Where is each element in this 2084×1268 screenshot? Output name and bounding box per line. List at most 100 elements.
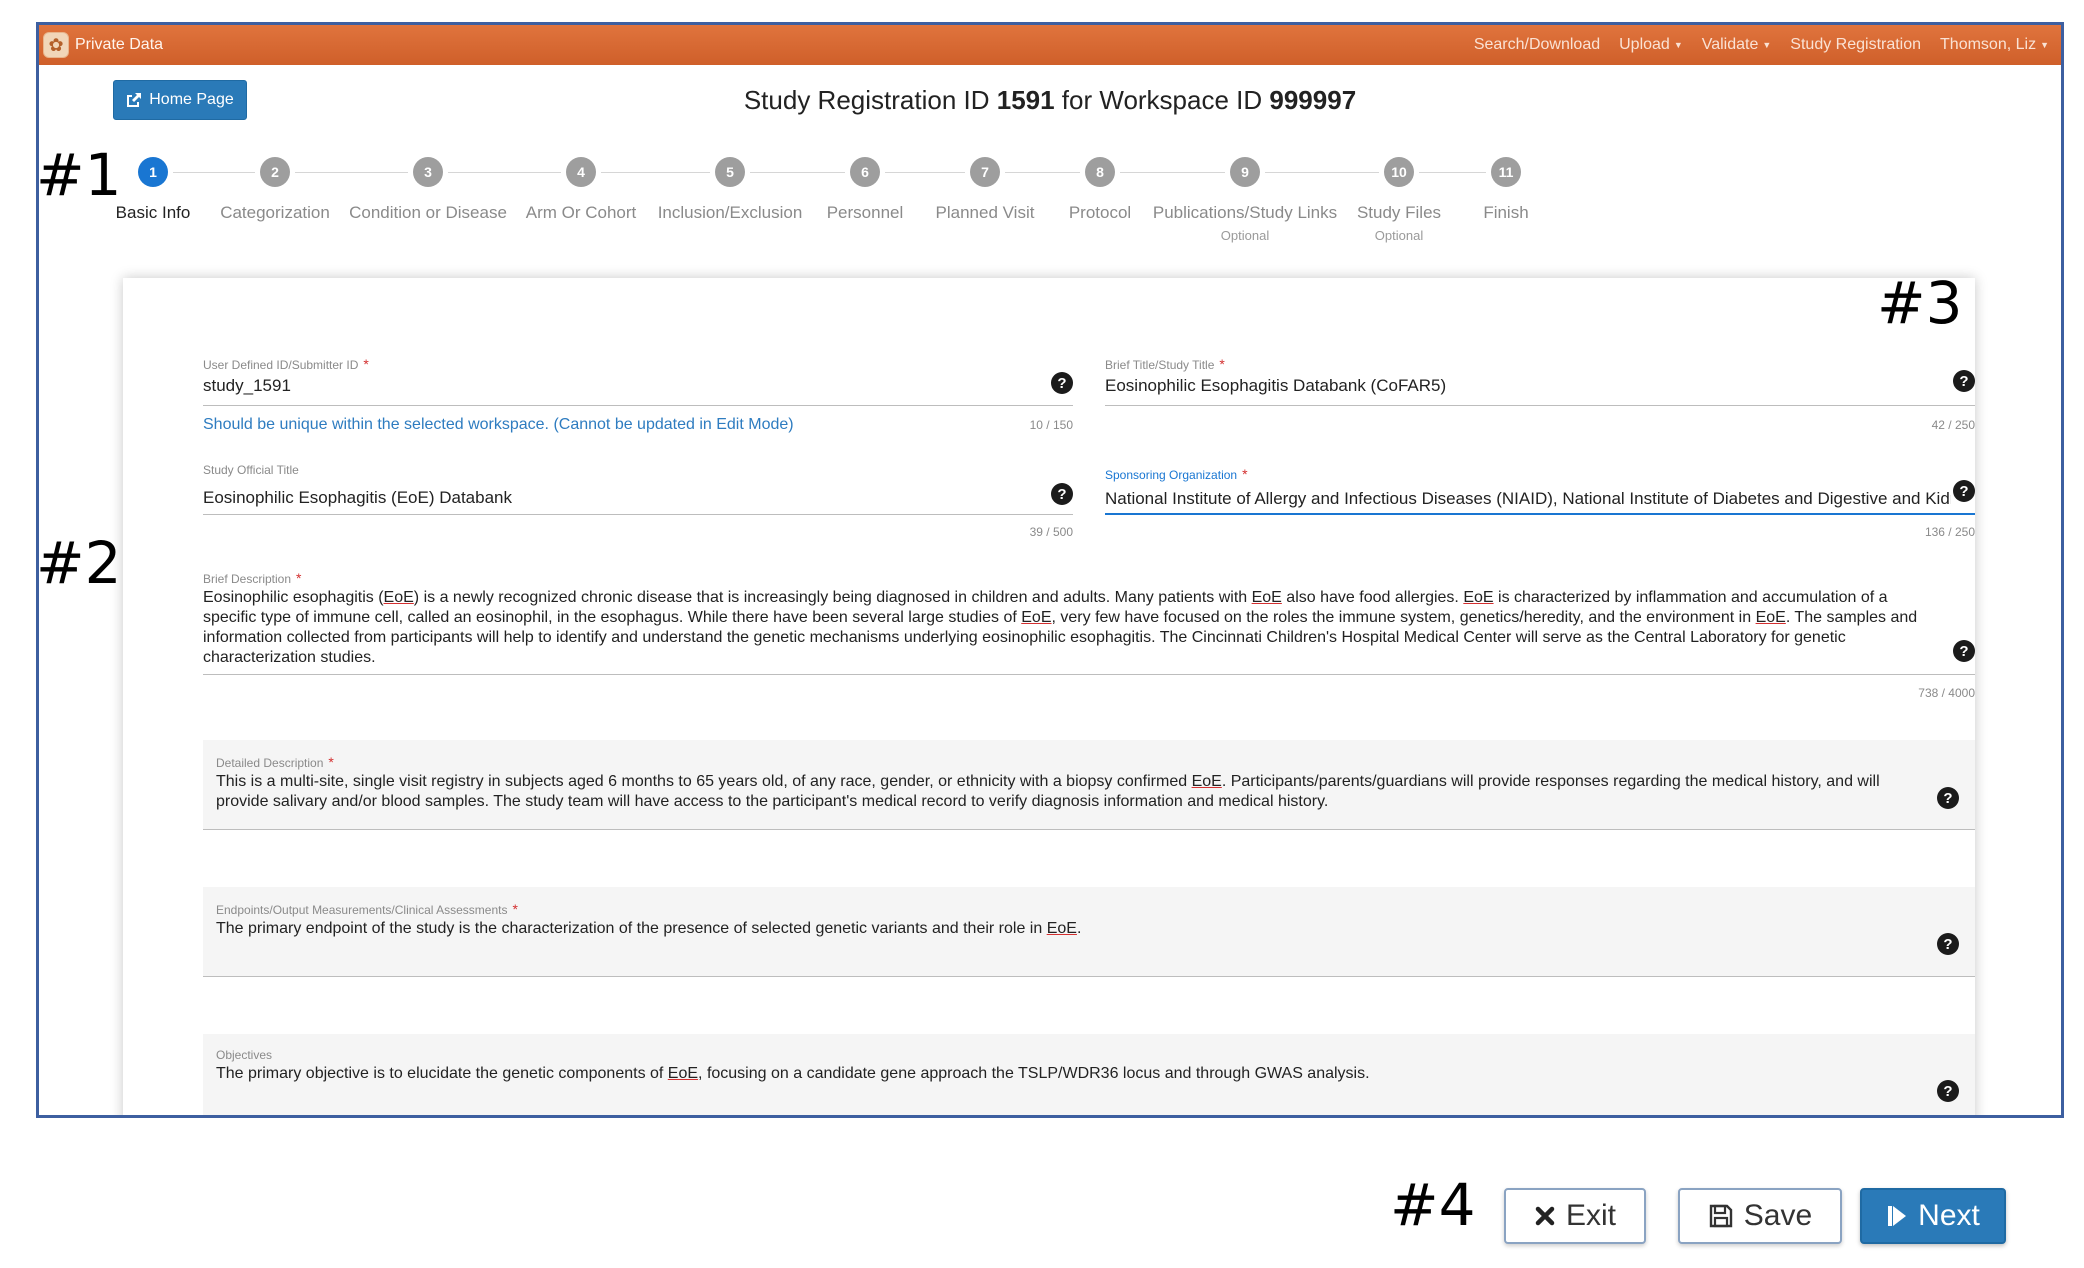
nav-item-label: Validate (1701, 36, 1759, 53)
nav-study-registration[interactable]: Study Registration (1790, 36, 1921, 54)
text-run: , very few have focused on the roles the… (1051, 609, 1756, 626)
input-underline (203, 976, 1975, 977)
text-run: , focusing on a candidate gene approach … (698, 1065, 1370, 1082)
spellcheck-word: EoE (667, 1065, 699, 1082)
annotation-2: #2 (36, 529, 122, 597)
help-icon[interactable]: ? (1953, 640, 1975, 662)
required-asterisk: * (328, 754, 334, 770)
logo-icon: ✿ (43, 32, 69, 58)
close-icon (1535, 1206, 1555, 1226)
label-text: User Defined ID/Submitter ID (203, 358, 359, 372)
nav-search-download[interactable]: Search/Download (1474, 36, 1600, 54)
save-label: Save (1743, 1199, 1813, 1232)
basic-info-form: User Defined ID/Submitter ID * study_1591… (123, 278, 1975, 1115)
brief-description-textarea[interactable]: Eosinophilic esophagitis (EoE) is a newl… (203, 588, 1943, 668)
field-label: Study Official Title (203, 463, 1073, 477)
char-counter: 738 / 4000 (1918, 686, 1975, 700)
exit-button[interactable]: Exit (1504, 1188, 1646, 1244)
endpoints-textarea[interactable]: The primary endpoint of the study is the… (216, 919, 1928, 939)
nav-item-label: Study Registration (1790, 36, 1922, 53)
objectives-field: Objectives The primary objective is to e… (203, 1034, 1975, 1115)
help-icon[interactable]: ? (1953, 480, 1975, 502)
detailed-description-textarea[interactable]: This is a multi-site, single visit regis… (216, 772, 1928, 812)
step-number-badge: 2 (260, 157, 290, 187)
title-prefix: Study Registration ID (743, 85, 997, 115)
char-counter: 136 / 250 (1924, 525, 1975, 539)
spellcheck-word: EoE (1755, 609, 1786, 626)
step-number-badge: 5 (715, 157, 745, 187)
study-id: 1591 (996, 85, 1055, 115)
app-window: ✿ Private Data Search/Download Upload ▼ V… (36, 22, 2064, 1118)
brand[interactable]: ✿ Private Data (39, 32, 163, 58)
top-navbar: ✿ Private Data Search/Download Upload ▼ V… (39, 25, 2061, 65)
help-icon[interactable]: ? (1937, 1080, 1959, 1102)
exit-label: Exit (1565, 1199, 1616, 1232)
label-text: Brief Description (203, 572, 292, 586)
field-hint: Should be unique within the selected wor… (203, 416, 794, 433)
nav-item-label: Upload (1619, 36, 1670, 53)
annotation-3: #3 (1877, 269, 1963, 337)
save-button[interactable]: Save (1678, 1188, 1842, 1244)
step-11[interactable]: 11 Finish (1386, 150, 1626, 223)
help-icon[interactable]: ? (1937, 787, 1959, 809)
input-underline (1105, 405, 1975, 406)
required-asterisk: * (512, 901, 518, 917)
help-icon[interactable]: ? (1937, 933, 1959, 955)
spellcheck-word: EoE (1251, 589, 1282, 606)
submitter-id-input[interactable]: study_1591 (203, 375, 1073, 396)
brief-title-field: Brief Title/Study Title * Eosinophilic Es… (1105, 356, 1975, 456)
next-button[interactable]: Next (1860, 1188, 2006, 1244)
official-title-field: Study Official Title Eosinophilic Esopha… (203, 463, 1073, 543)
brief-description-field: Brief Description * Eosinophilic esophagi… (203, 570, 1975, 705)
spellcheck-word: EoE (1046, 920, 1077, 937)
brand-name: Private Data (75, 36, 164, 53)
label-text: Objectives (216, 1048, 273, 1062)
official-title-input[interactable]: Eosinophilic Esophagitis (EoE) Databank (203, 487, 1073, 508)
text-run: The primary endpoint of the study is the… (216, 920, 1047, 937)
next-label: Next (1918, 1199, 1980, 1232)
nav-upload-dropdown[interactable]: Upload ▼ (1619, 36, 1683, 54)
nav-user-menu[interactable]: Thomson, Liz ▼ (1940, 36, 2049, 54)
spellcheck-word: EoE (1463, 589, 1494, 606)
input-underline (1105, 513, 1975, 515)
input-underline (203, 514, 1073, 515)
nav-item-label: Thomson, Liz (1940, 36, 2037, 53)
text-run: . (1076, 920, 1082, 937)
step-number-badge: 3 (413, 157, 443, 187)
help-icon[interactable]: ? (1051, 372, 1073, 394)
label-text: Study Official Title (203, 463, 299, 477)
title-middle: for Workspace ID (1054, 85, 1270, 115)
text-run: ) is a newly recognized chronic disease … (413, 589, 1252, 606)
sponsoring-org-input[interactable]: National Institute of Allergy and Infect… (1105, 488, 1951, 509)
field-label: Endpoints/Output Measurements/Clinical A… (216, 901, 1928, 917)
brief-title-input[interactable]: Eosinophilic Esophagitis Databank (CoFAR… (1105, 375, 1975, 396)
endpoints-field: Endpoints/Output Measurements/Clinical A… (203, 887, 1975, 977)
field-label: Detailed Description * (216, 754, 1928, 770)
field-label: Brief Description * (203, 570, 1975, 586)
objectives-textarea[interactable]: The primary objective is to elucidate th… (216, 1064, 1928, 1084)
spellcheck-word: EoE (1021, 609, 1052, 626)
required-asterisk: * (1242, 466, 1248, 482)
submitter-id-field: User Defined ID/Submitter ID * study_1591… (203, 356, 1073, 456)
text-run: This is a multi-site, single visit regis… (216, 773, 1192, 790)
detailed-description-field: Detailed Description * This is a multi-si… (203, 740, 1975, 830)
nav-validate-dropdown[interactable]: Validate ▼ (1702, 36, 1772, 54)
label-text: Endpoints/Output Measurements/Clinical A… (216, 903, 508, 917)
label-text: Sponsoring Organization (1105, 468, 1238, 482)
text-run: The primary objective is to elucidate th… (216, 1065, 668, 1082)
wizard-stepper: 1 Basic Info 2 Categorization 3 Condition or … (39, 150, 2061, 260)
help-icon[interactable]: ? (1051, 483, 1073, 505)
char-counter: 10 / 150 (1029, 418, 1073, 432)
input-underline (203, 829, 1975, 830)
help-icon[interactable]: ? (1953, 370, 1975, 392)
label-text: Brief Title/Study Title (1105, 358, 1215, 372)
input-underline (203, 674, 1975, 675)
required-asterisk: * (1219, 356, 1225, 372)
text-run: also have food allergies. (1281, 589, 1464, 606)
caret-down-icon: ▼ (1762, 40, 1772, 50)
annotation-4: #4 (1390, 1171, 1476, 1239)
sponsoring-org-field: Sponsoring Organization * National Instit… (1105, 466, 1975, 546)
annotation-1: #1 (36, 141, 122, 209)
field-label: Objectives (216, 1048, 1928, 1062)
required-asterisk: * (363, 356, 369, 372)
